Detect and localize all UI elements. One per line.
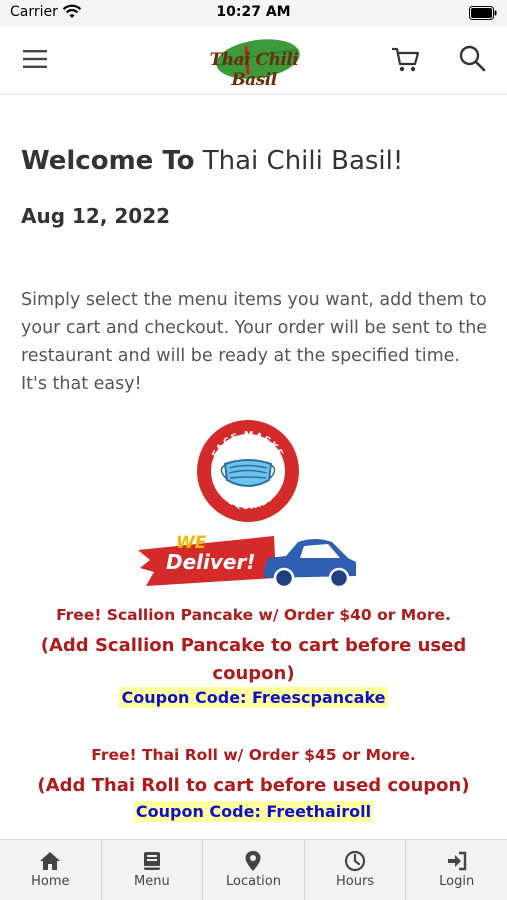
face-mask-required-badge: FACE MASKS REQUIRED — [197, 420, 299, 522]
tab-home-label: Home — [31, 874, 70, 889]
tab-home[interactable]: Home — [0, 840, 102, 900]
clock-icon — [344, 850, 366, 872]
book-icon — [143, 852, 160, 870]
deliver-text: Deliver! — [166, 550, 255, 574]
coupon-code-thai-roll-text: Coupon Code: Freethairoll — [133, 801, 374, 822]
intro-text: Simply select the menu items you want, a… — [21, 290, 488, 394]
cart-icon[interactable] — [390, 44, 420, 74]
promo-note-scallion: (Add Scallion Pancake to cart before use… — [40, 635, 467, 684]
tab-location-label: Location — [225, 874, 281, 889]
promo-title-scallion: Free! Scallion Pancake w/ Order $40 or M… — [56, 606, 451, 624]
login-icon — [447, 851, 466, 871]
tab-hours[interactable]: Hours — [305, 840, 407, 900]
tab-location[interactable]: Location — [203, 840, 305, 900]
coupon-code-thai-roll: Coupon Code: Freethairoll — [0, 801, 507, 822]
tab-menu[interactable]: Menu — [102, 840, 204, 900]
car-icon — [264, 539, 356, 589]
tab-login-label: Login — [439, 874, 475, 889]
main-content: Welcome To Thai Chili Basil! Aug 12, 202… — [0, 96, 507, 839]
tab-hours-label: Hours — [336, 874, 375, 889]
current-date: Aug 12, 2022 — [21, 204, 171, 228]
bottom-tab-bar: Home Menu Location Hours Login — [0, 839, 507, 900]
coupon-code-scallion: Coupon Code: Freescpancake — [0, 687, 507, 708]
restaurant-logo[interactable]: Thai Chili Basil — [188, 36, 320, 90]
tab-menu-label: Menu — [134, 874, 170, 889]
tab-login[interactable]: Login — [406, 840, 507, 900]
home-icon — [40, 852, 61, 870]
logo-text: Thai Chili Basil — [209, 50, 299, 90]
we-deliver-banner: WE Deliver! — [138, 533, 356, 589]
page-title: Welcome To Thai Chili Basil! — [21, 146, 403, 176]
status-bar: Carrier 10:27 AM — [0, 0, 507, 26]
status-time: 10:27 AM — [216, 4, 291, 20]
welcome-prefix: Welcome To — [21, 146, 195, 176]
menu-icon[interactable] — [22, 46, 48, 72]
face-mask-icon — [220, 459, 276, 487]
search-icon[interactable] — [458, 44, 486, 72]
promo-title-thai-roll: Free! Thai Roll w/ Order $45 or More. — [91, 746, 416, 764]
battery-icon — [469, 6, 497, 20]
location-pin-icon — [245, 851, 261, 871]
restaurant-name: Thai Chili Basil! — [194, 146, 404, 176]
promo-note-thai-roll: (Add Thai Roll to cart before used coupo… — [37, 775, 470, 796]
app-header: Thai Chili Basil — [0, 26, 507, 95]
coupon-code-scallion-text: Coupon Code: Freescpancake — [119, 687, 388, 708]
